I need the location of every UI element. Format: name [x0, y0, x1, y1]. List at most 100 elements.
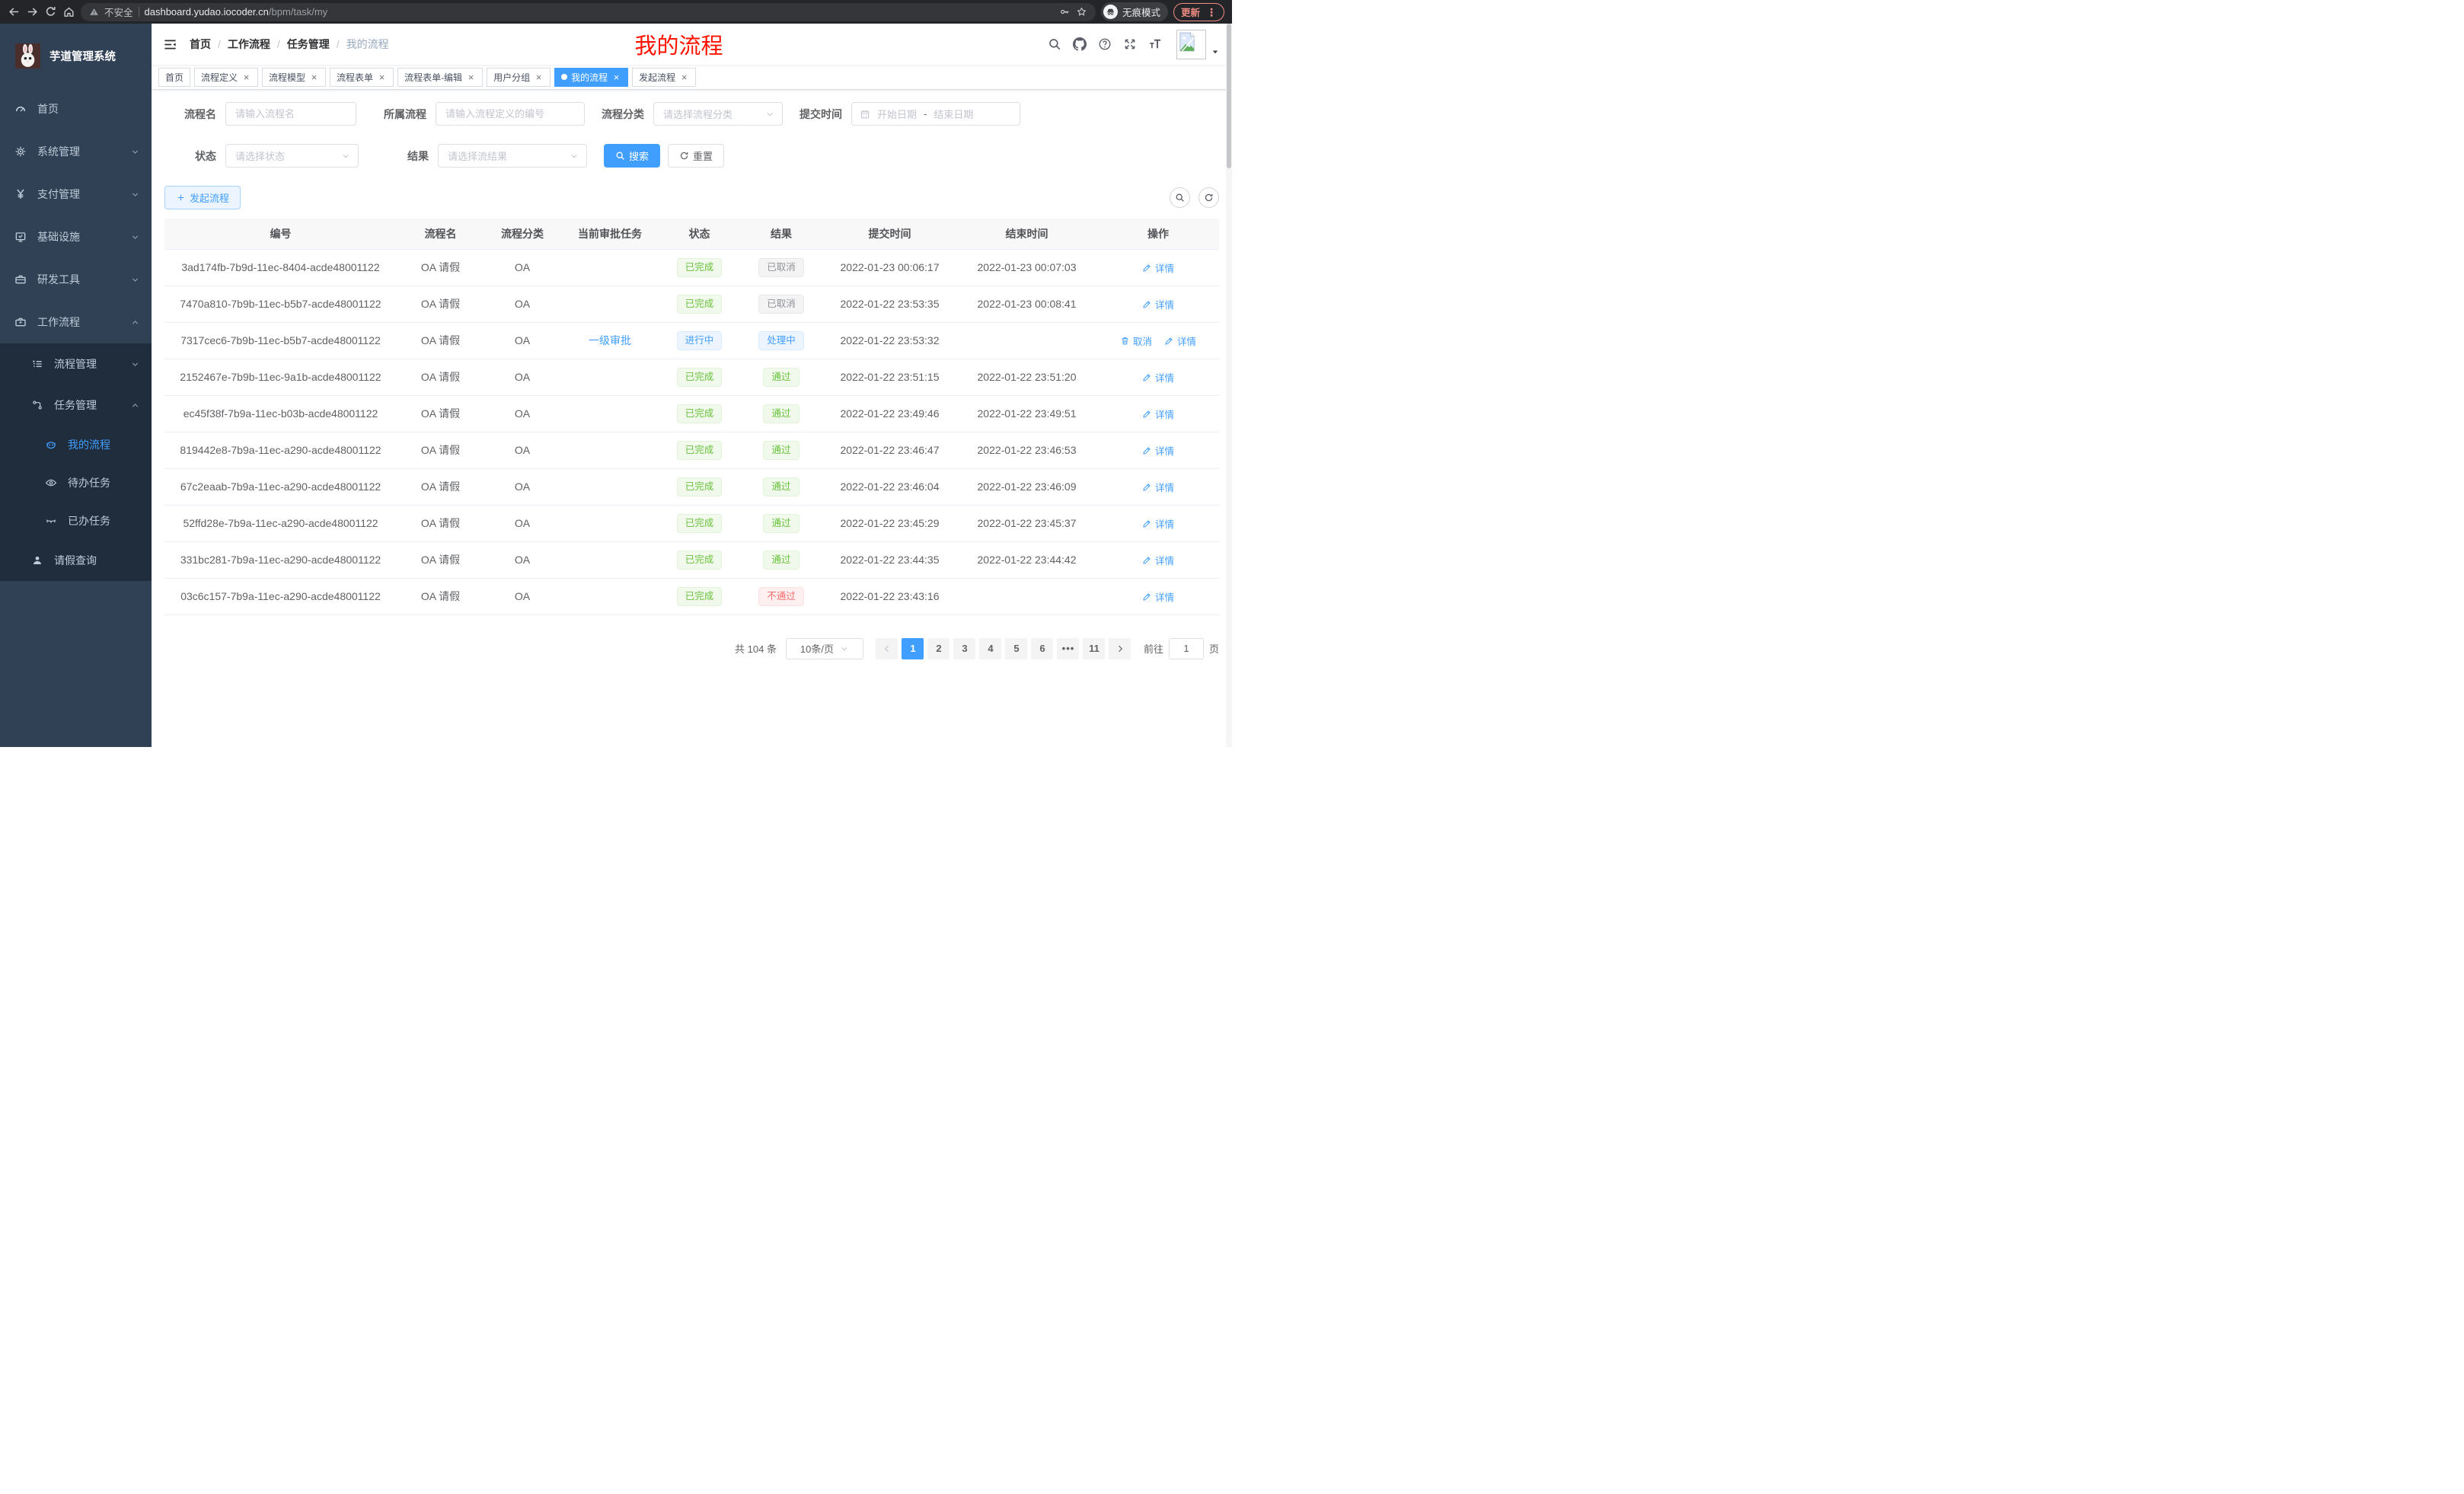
sidebar-item[interactable]: 支付管理 [0, 173, 152, 215]
current-task-link[interactable]: 一级审批 [589, 334, 631, 346]
result-select[interactable]: 请选择流结果 [438, 144, 587, 168]
back-icon[interactable] [8, 5, 21, 18]
cell-current-task [560, 541, 659, 578]
tab-close-icon[interactable]: × [534, 72, 544, 82]
detail-action-link[interactable]: 详情 [1142, 516, 1174, 531]
sidebar-item[interactable]: 基础设施 [0, 215, 152, 258]
parent-process-input[interactable] [436, 102, 585, 126]
url-text[interactable]: dashboard.yudao.iocoder.cn/bpm/task/my [145, 6, 328, 18]
tree-icon [31, 358, 43, 370]
page-size-select[interactable]: 10条/页 [786, 638, 863, 659]
url-path[interactable]: /bpm/task/my [269, 6, 327, 18]
cell-current-task [560, 286, 659, 322]
view-tab[interactable]: 我的流程× [554, 68, 628, 87]
app-logo[interactable]: 芋道管理系统 [0, 24, 152, 88]
update-button[interactable]: 更新 ⋮ [1173, 3, 1224, 21]
view-tab[interactable]: 用户分组× [487, 68, 551, 87]
tab-close-icon[interactable]: × [377, 72, 387, 82]
bookmark-star-icon[interactable] [1076, 6, 1087, 18]
tab-close-icon[interactable]: × [309, 72, 319, 82]
scrollbar-thumb[interactable] [1227, 24, 1231, 168]
cell-end-time: 2022-01-22 23:46:53 [956, 432, 1097, 468]
avatar[interactable] [1176, 30, 1206, 59]
sidebar-item[interactable]: 请假查询 [0, 540, 152, 581]
goto-page-input[interactable] [1169, 638, 1204, 659]
detail-action-link[interactable]: 详情 [1142, 297, 1174, 311]
toggle-search-button[interactable] [1170, 187, 1190, 208]
cancel-action-link[interactable]: 取消 [1120, 334, 1152, 348]
detail-action-link[interactable]: 详情 [1142, 480, 1174, 494]
user-menu[interactable] [1176, 30, 1220, 59]
page-ellipsis-button[interactable]: ••• [1057, 638, 1079, 659]
page-button[interactable]: 6 [1031, 638, 1053, 659]
tab-close-icon[interactable]: × [611, 72, 621, 82]
cell-current-task [560, 359, 659, 395]
font-size-icon[interactable] [1148, 37, 1162, 51]
page-button[interactable]: 4 [979, 638, 1001, 659]
fullscreen-icon[interactable] [1123, 37, 1137, 51]
start-date-placeholder[interactable]: 开始日期 [877, 107, 917, 121]
github-icon[interactable] [1073, 37, 1087, 51]
sidebar-item[interactable]: 研发工具 [0, 258, 152, 301]
key-icon[interactable] [1059, 6, 1071, 18]
sidebar-collapse-icon[interactable] [163, 37, 177, 52]
breadcrumb-item[interactable]: 工作流程 [228, 37, 270, 52]
url-host[interactable]: dashboard.yudao.iocoder.cn [145, 6, 269, 18]
security-label[interactable]: 不安全 [104, 5, 133, 19]
breadcrumb-item[interactable]: 首页 [190, 37, 211, 52]
breadcrumb-item[interactable]: 任务管理 [287, 37, 330, 52]
view-tab[interactable]: 流程定义× [194, 68, 258, 87]
result-tag: 不通过 [758, 587, 804, 606]
forward-icon[interactable] [26, 5, 39, 18]
tab-close-icon[interactable]: × [241, 72, 251, 82]
status-select[interactable]: 请选择状态 [225, 144, 359, 168]
sidebar-item[interactable]: 我的流程 [0, 426, 152, 464]
category-select[interactable]: 请选择流程分类 [653, 102, 783, 126]
page-button[interactable]: 5 [1005, 638, 1027, 659]
help-icon[interactable] [1098, 37, 1112, 51]
detail-action-link[interactable]: 详情 [1142, 370, 1174, 385]
next-page-button[interactable] [1109, 638, 1131, 659]
sidebar-item[interactable]: 流程管理 [0, 343, 152, 385]
tab-close-icon[interactable]: × [466, 72, 476, 82]
sidebar-item[interactable]: 待办任务 [0, 464, 152, 502]
reload-icon[interactable] [44, 5, 57, 18]
page-button[interactable]: 2 [927, 638, 950, 659]
filter-process-name: 流程名 [164, 102, 356, 126]
tab-close-icon[interactable]: × [679, 72, 689, 82]
refresh-table-button[interactable] [1198, 187, 1219, 208]
view-tab[interactable]: 流程表单× [330, 68, 394, 87]
page-button[interactable]: 3 [953, 638, 975, 659]
page-scrollbar[interactable] [1226, 24, 1232, 747]
sidebar-item[interactable]: 已办任务 [0, 502, 152, 540]
cell-end-time: 2022-01-22 23:45:37 [956, 505, 1097, 541]
detail-action-link[interactable]: 详情 [1142, 407, 1174, 421]
search-icon[interactable] [1048, 37, 1061, 51]
detail-action-link[interactable]: 详情 [1142, 443, 1174, 458]
date-range-picker[interactable]: 开始日期 - 结束日期 [851, 102, 1020, 126]
detail-action-link[interactable]: 详情 [1142, 553, 1174, 567]
view-tab[interactable]: 首页 [158, 68, 190, 87]
home-icon[interactable] [62, 5, 75, 18]
page-button[interactable]: 1 [902, 638, 924, 659]
create-process-button[interactable]: 发起流程 [164, 186, 241, 209]
process-name-input[interactable] [225, 102, 356, 126]
reset-button[interactable]: 重置 [668, 144, 724, 168]
sidebar-item[interactable]: 系统管理 [0, 130, 152, 173]
search-button[interactable]: 搜索 [604, 144, 660, 168]
end-date-placeholder[interactable]: 结束日期 [934, 107, 973, 121]
browser-menu-icon[interactable]: ⋮ [1206, 7, 1217, 18]
view-tab[interactable]: 流程表单-编辑× [397, 68, 483, 87]
detail-action-link[interactable]: 详情 [1164, 334, 1196, 348]
address-bar[interactable]: 不安全 dashboard.yudao.iocoder.cn/bpm/task/… [81, 3, 1096, 21]
prev-page-button[interactable] [876, 638, 898, 659]
security-warning-icon[interactable] [89, 7, 99, 17]
detail-action-link[interactable]: 详情 [1142, 589, 1174, 604]
view-tab[interactable]: 流程模型× [262, 68, 326, 87]
view-tab[interactable]: 发起流程× [632, 68, 696, 87]
sidebar-item[interactable]: 任务管理 [0, 385, 152, 426]
page-button[interactable]: 11 [1083, 638, 1105, 659]
detail-action-link[interactable]: 详情 [1142, 260, 1174, 275]
sidebar-item[interactable]: 工作流程 [0, 301, 152, 343]
sidebar-item[interactable]: 首页 [0, 88, 152, 130]
